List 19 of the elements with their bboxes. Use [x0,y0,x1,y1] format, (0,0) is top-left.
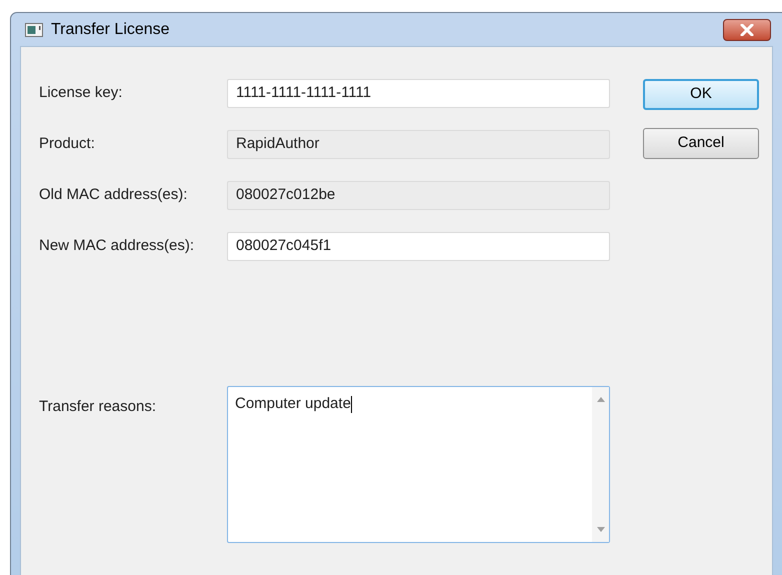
scroll-down-icon [596,527,604,532]
dialog-button[interactable]: Cancel [643,128,759,159]
text-field[interactable]: 080027c045f1 [227,232,610,261]
close-button[interactable] [723,18,771,40]
field-label: License key: [39,83,124,104]
field-label: Product: [39,134,96,154]
text-field[interactable]: 080027c012be [227,181,610,210]
field-label: Old MAC address(es): [39,185,188,206]
dialog-button[interactable]: OK [643,79,759,110]
scroll-up-icon [596,397,604,402]
field-label: New MAC address(es): [39,236,196,256]
close-icon [740,24,754,36]
app-icon [25,22,43,36]
text-field[interactable]: 1111-1111-1111-1111 [227,79,610,108]
text-field[interactable]: RapidAuthor [227,130,610,159]
window-title: Transfer License [51,20,170,40]
scrollbar[interactable] [592,387,609,542]
field-label: Transfer reasons: [39,397,157,417]
text-area[interactable]: Computer update [227,386,610,543]
